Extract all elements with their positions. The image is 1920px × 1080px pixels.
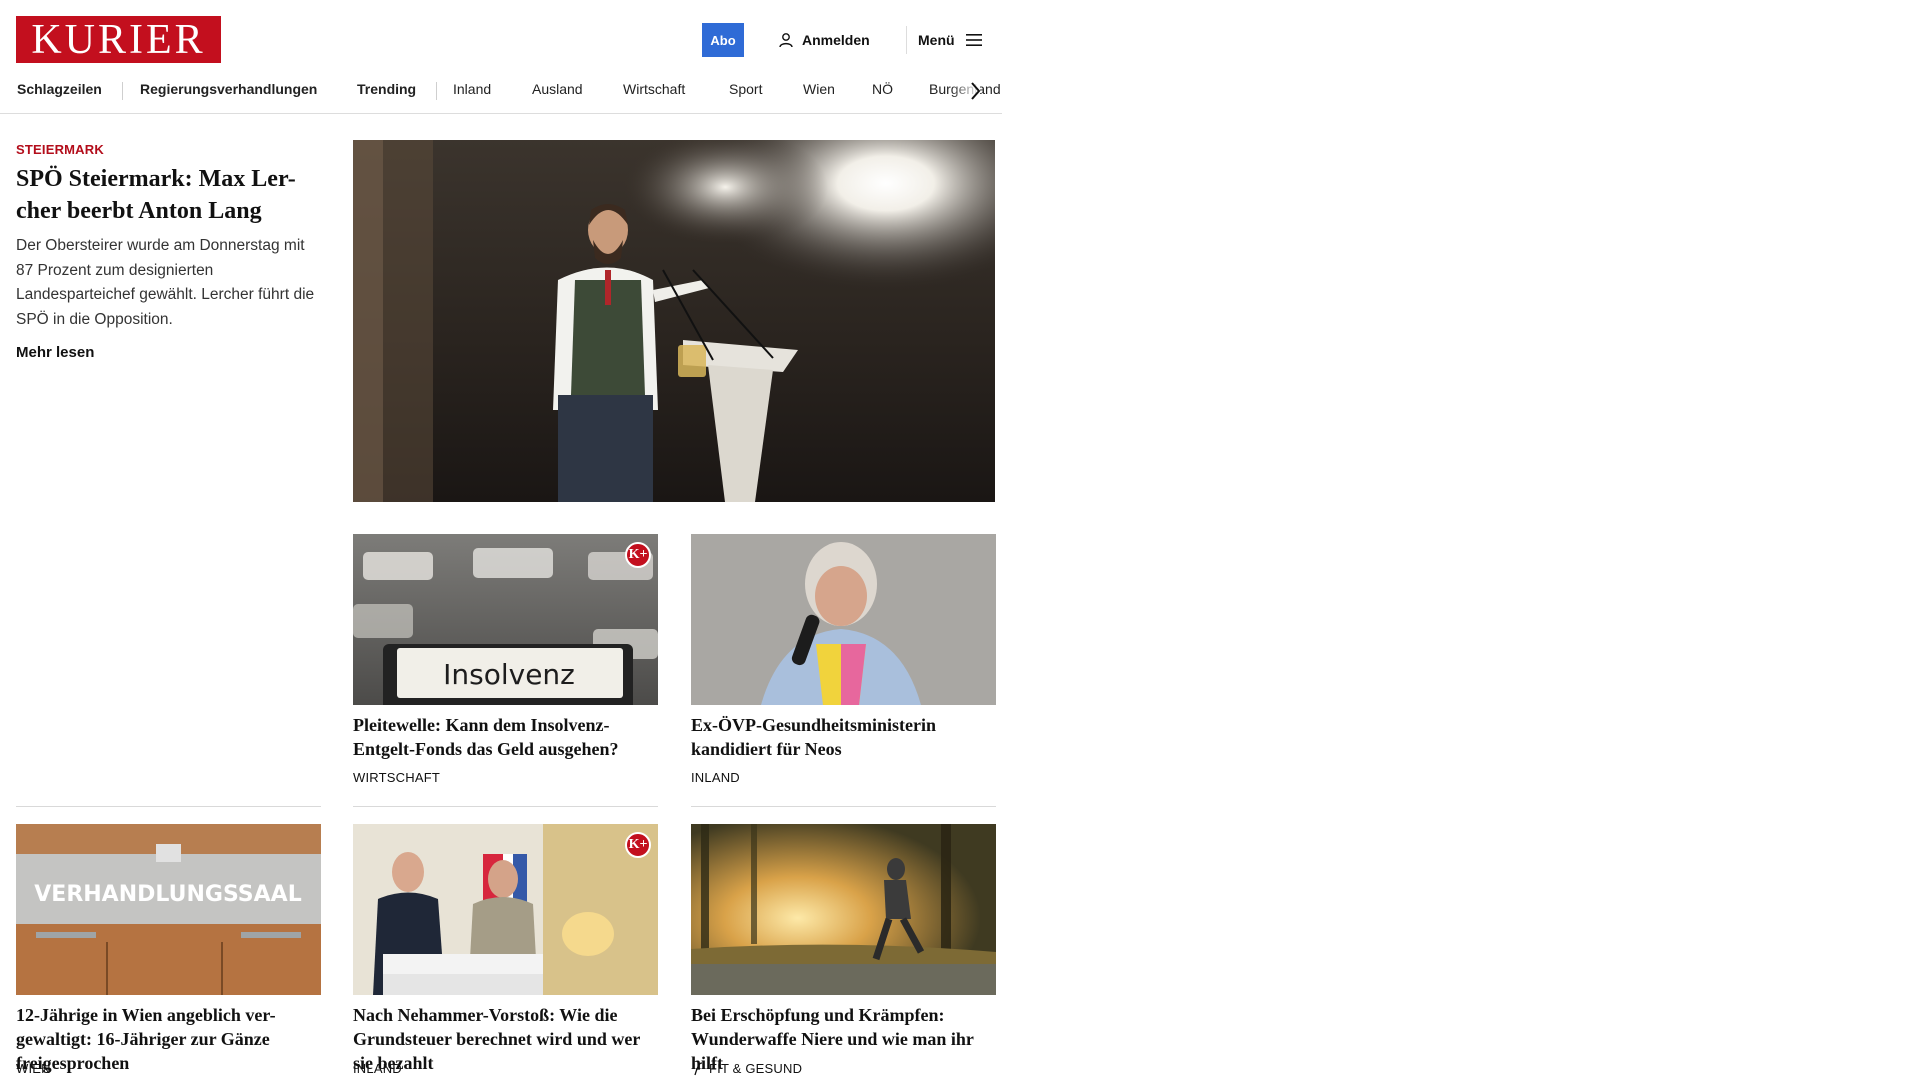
category-label: WIRTSCHAFT <box>353 770 440 785</box>
nav-divider <box>122 82 123 100</box>
article-category[interactable]: FIT & GESUND <box>693 1061 802 1076</box>
kurier-logo[interactable]: KURIER <box>16 16 221 63</box>
nav-item-inland[interactable]: Inland <box>453 81 491 97</box>
nav-item-wirtschaft[interactable]: Wirtschaft <box>623 81 685 97</box>
article-category[interactable]: WIRTSCHAFT <box>353 770 440 785</box>
divider <box>353 806 658 807</box>
article-image[interactable] <box>353 824 658 995</box>
nav-divider <box>436 82 437 100</box>
category-label: WIEN <box>16 1061 51 1076</box>
header-divider <box>906 26 907 54</box>
logo-text: KURIER <box>31 16 206 63</box>
article-headline[interactable]: Pleitewelle: Kann dem Insolvenz-Entgelt-… <box>353 713 655 761</box>
nav-item-trending[interactable]: Trending <box>357 81 416 97</box>
courtroom-sign-text: VERHANDLUNGSSAAL <box>34 882 301 907</box>
premium-badge: K+ <box>625 542 651 568</box>
nav-item-ausland[interactable]: Ausland <box>532 81 583 97</box>
divider <box>16 806 321 807</box>
login-link[interactable]: Anmelden <box>778 28 870 52</box>
article-image[interactable]: VERHANDLUNGSSAAL <box>16 824 321 995</box>
lead-kicker[interactable]: STEIERMARK <box>16 142 104 157</box>
article-image[interactable] <box>691 534 996 705</box>
nav-item-sport[interactable]: Sport <box>729 81 762 97</box>
category-label: INLAND <box>691 770 740 785</box>
lead-teaser: Der Obersteirer wurde am Donnerstag mit … <box>16 237 315 328</box>
lead-image[interactable] <box>353 140 995 502</box>
read-more-link[interactable]: Mehr lesen <box>16 344 94 361</box>
divider <box>691 806 996 807</box>
menu-label: Menü <box>918 32 955 48</box>
nav-item-noe[interactable]: NÖ <box>872 81 893 97</box>
lead-headline[interactable]: SPÖ Steiermark: Max Ler-cher beerbt Anto… <box>16 163 316 227</box>
article-image[interactable]: Insolvenz <box>353 534 658 705</box>
nav-item-wien[interactable]: Wien <box>803 81 835 97</box>
article-image[interactable] <box>691 824 996 995</box>
nav-item-schlagzeilen[interactable]: Schlagzeilen <box>17 81 102 97</box>
fit-gesund-icon <box>694 1061 703 1075</box>
menu-button[interactable]: Menü <box>918 28 983 52</box>
article-headline[interactable]: 12-Jährige in Wien angeblich ver-gewalti… <box>16 1003 318 1075</box>
nav-item-regierungsverhandlungen[interactable]: Regierungsverhandlungen <box>140 81 317 97</box>
article-category[interactable]: INLAND <box>353 1061 402 1076</box>
chevron-right-icon[interactable] <box>968 80 982 102</box>
article-category[interactable]: WIEN <box>16 1061 51 1076</box>
premium-badge: K+ <box>625 832 651 858</box>
kurier-homepage: KURIER Abo Anmelden Menü Schlagzeilen Re… <box>0 0 1002 1080</box>
login-label: Anmelden <box>802 32 870 48</box>
user-icon <box>779 33 793 48</box>
section-nav: Schlagzeilen Regierungsverhandlungen Tre… <box>0 72 1002 114</box>
article-headline[interactable]: Ex-ÖVP-Gesundheitsministerin kandidiert … <box>691 713 993 761</box>
insolvenz-label-text: Insolvenz <box>443 658 575 691</box>
hamburger-icon <box>965 34 982 46</box>
article-category[interactable]: INLAND <box>691 770 740 785</box>
category-label: INLAND <box>353 1061 402 1076</box>
abo-button[interactable]: Abo <box>702 23 744 57</box>
category-label: FIT & GESUND <box>709 1061 803 1076</box>
